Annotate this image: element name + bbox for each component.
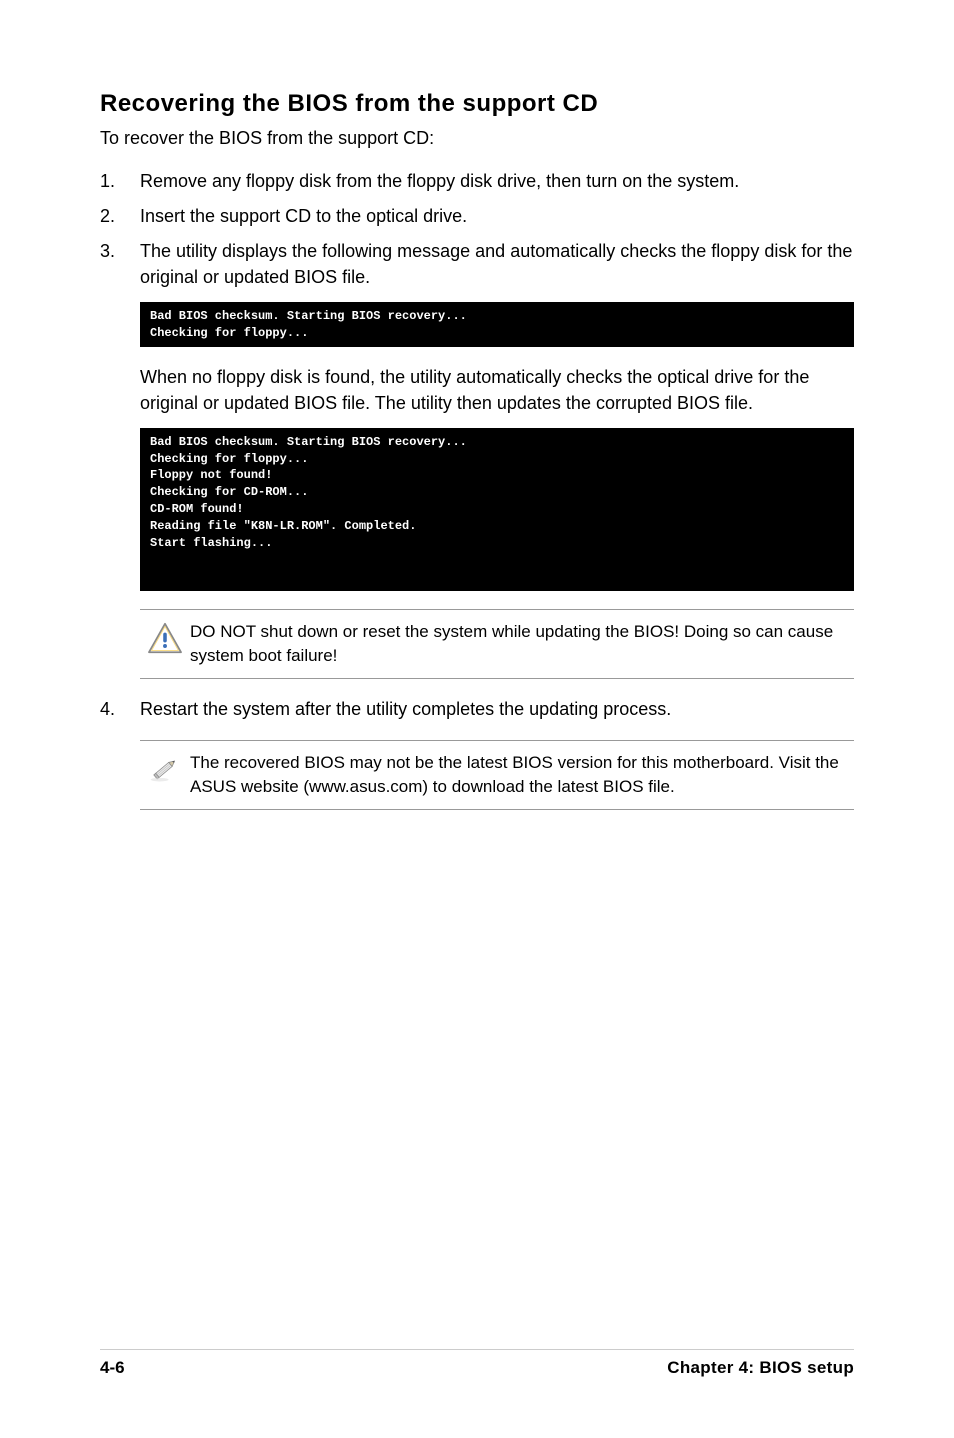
chapter-label: Chapter 4: BIOS setup (667, 1358, 854, 1378)
paragraph-after-code1: When no floppy disk is found, the utilit… (140, 365, 854, 415)
page-footer: 4-6 Chapter 4: BIOS setup (100, 1349, 854, 1378)
intro-text: To recover the BIOS from the support CD: (100, 128, 854, 149)
terminal-output-1: Bad BIOS checksum. Starting BIOS recover… (140, 302, 854, 348)
warning-callout: DO NOT shut down or reset the system whi… (140, 609, 854, 679)
step-number: 2. (100, 204, 140, 229)
step-1: 1. Remove any floppy disk from the flopp… (100, 169, 854, 194)
step-2: 2. Insert the support CD to the optical … (100, 204, 854, 229)
step-4: 4. Restart the system after the utility … (100, 697, 854, 722)
note-callout: The recovered BIOS may not be the latest… (140, 740, 854, 810)
step-text: Restart the system after the utility com… (140, 697, 854, 722)
step-number: 1. (100, 169, 140, 194)
section-title: Recovering the BIOS from the support CD (100, 90, 854, 118)
steps-list: 1. Remove any floppy disk from the flopp… (100, 169, 854, 290)
warning-text: DO NOT shut down or reset the system whi… (190, 620, 854, 668)
step-3: 3. The utility displays the following me… (100, 239, 854, 289)
terminal-output-2: Bad BIOS checksum. Starting BIOS recover… (140, 428, 854, 592)
step-number: 4. (100, 697, 140, 722)
step-text: The utility displays the following messa… (140, 239, 854, 289)
note-text: The recovered BIOS may not be the latest… (190, 751, 854, 799)
steps-list-continued: 4. Restart the system after the utility … (100, 697, 854, 722)
page-number: 4-6 (100, 1358, 125, 1378)
step-text: Remove any floppy disk from the floppy d… (140, 169, 854, 194)
step-number: 3. (100, 239, 140, 264)
warning-icon (140, 620, 190, 654)
pencil-icon (140, 751, 190, 785)
step-text: Insert the support CD to the optical dri… (140, 204, 854, 229)
